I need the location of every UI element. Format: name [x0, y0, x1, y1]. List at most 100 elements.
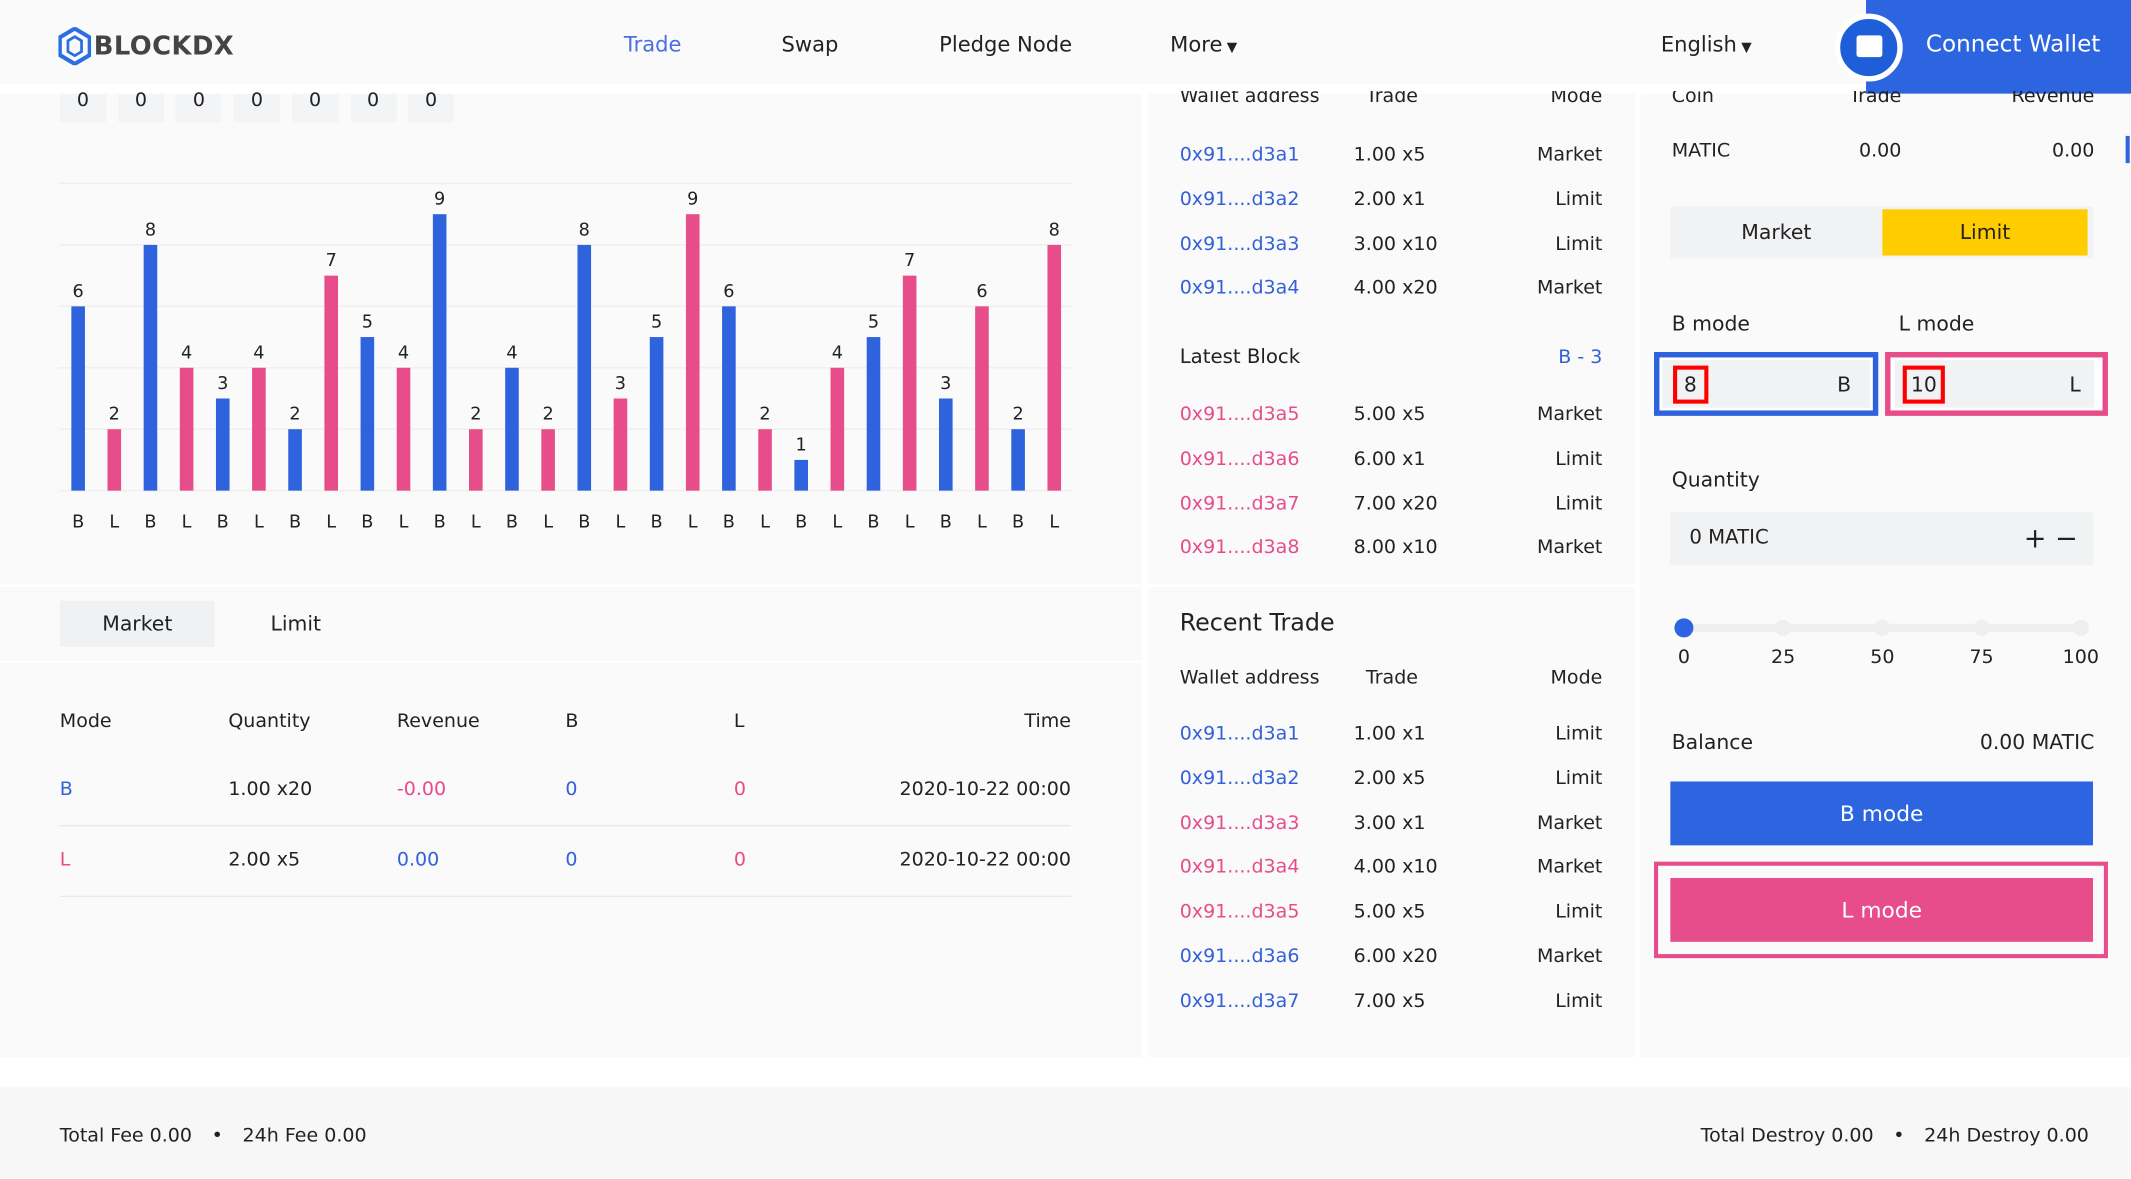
data-label: 1 — [796, 435, 807, 455]
scrollbar[interactable] — [2125, 135, 2130, 164]
toggle-market[interactable]: Market — [1670, 207, 1882, 259]
bar-l — [324, 275, 339, 491]
data-label: 6 — [73, 282, 84, 302]
bar-l — [541, 429, 555, 491]
trade-value: 2.00 x1 — [1353, 188, 1426, 211]
header-bar — [0, 0, 1867, 85]
trade-value: 6.00 x20 — [1353, 945, 1438, 968]
trade-value: 8.00 x10 — [1353, 537, 1438, 560]
trade-value: 1.00 x5 — [1353, 144, 1426, 166]
orders-cell: 0.00 — [396, 849, 440, 872]
mode-value: Limit — [1555, 233, 1603, 255]
x-tick-label: L — [760, 512, 770, 532]
trade-value: 1.00 x1 — [1353, 723, 1426, 745]
x-tick-label: L — [616, 512, 626, 532]
mode-value: Limit — [1555, 492, 1603, 515]
bar-b — [360, 337, 375, 491]
bar-b — [794, 459, 808, 491]
slider-step[interactable] — [1874, 619, 1891, 637]
language-label: English — [1660, 32, 1737, 58]
wallet-address-link[interactable]: 0x91....d3a7 — [1180, 991, 1300, 1013]
l-mode-input[interactable]: 10 L — [1885, 352, 2108, 416]
orders-cell: 1.00 x20 — [228, 778, 313, 801]
b-mode-input[interactable]: 8 B — [1654, 352, 1879, 416]
slider-handle[interactable] — [1674, 618, 1694, 638]
slider-mark-label: 25 — [1771, 646, 1796, 669]
col-header: Mode — [1550, 667, 1603, 690]
wallet-address-link[interactable]: 0x91....d3a4 — [1180, 278, 1300, 300]
bar-b — [288, 429, 302, 491]
wallet-address-link[interactable]: 0x91....d3a7 — [1180, 493, 1300, 515]
recent-trade-title: Recent Trade — [1179, 610, 1335, 638]
bar-b — [577, 244, 592, 491]
mode-value: Market — [1536, 277, 1603, 300]
nav-more-label: More — [1170, 32, 1223, 58]
x-tick-label: L — [254, 512, 264, 532]
wallet-address-link[interactable]: 0x91....d3a8 — [1180, 537, 1300, 559]
nav-pledge-node[interactable]: Pledge Node — [939, 33, 1072, 57]
orders-header: Time — [1024, 710, 1071, 733]
orders-header: L — [733, 710, 745, 733]
trade-value: 5.00 x5 — [1353, 901, 1426, 924]
mode-value: Limit — [1555, 767, 1603, 790]
wallet-address-link[interactable]: 0x91....d3a6 — [1180, 448, 1300, 470]
wallet-address-link[interactable]: 0x91....d3a3 — [1180, 812, 1300, 834]
slider-step[interactable] — [1973, 619, 1990, 637]
row-divider — [59, 895, 1071, 898]
orders-cell: 0 — [733, 849, 747, 872]
bar-b — [939, 398, 953, 491]
wallet-address-link[interactable]: 0x91....d3a5 — [1180, 901, 1300, 923]
wallet-address-link[interactable]: 0x91....d3a4 — [1180, 857, 1300, 879]
toggle-limit[interactable]: Limit — [1882, 209, 2088, 256]
plus-icon[interactable]: + — [2024, 522, 2047, 555]
coin-cell: 0.00 — [1859, 139, 1902, 162]
l-mode-button[interactable]: L mode — [1670, 877, 2094, 942]
nav-more[interactable]: More ▼ — [1170, 33, 1237, 57]
orders-header: B — [565, 710, 579, 733]
language-select[interactable]: English ▼ — [1661, 33, 1752, 57]
x-tick-label: L — [905, 512, 915, 532]
quantity-stepper[interactable]: 0 MATIC + − — [1670, 512, 2094, 566]
data-label: 5 — [868, 313, 879, 333]
mode-value: Market — [1536, 856, 1603, 879]
bar-l — [830, 367, 845, 491]
mode-value: Limit — [1555, 901, 1603, 924]
x-tick-label: B — [795, 512, 807, 532]
tab-limit[interactable]: Limit — [270, 601, 321, 647]
wallet-address-link[interactable]: 0x91....d3a1 — [1180, 723, 1300, 745]
wallet-icon[interactable] — [1834, 13, 1903, 82]
counter-box: 0 — [175, 91, 223, 123]
nav-swap[interactable]: Swap — [781, 33, 838, 57]
counter-box: 0 — [349, 91, 397, 123]
x-tick-label: L — [832, 512, 842, 532]
connect-wallet-button[interactable]: Connect Wallet — [1866, 0, 2131, 94]
trade-value: 7.00 x5 — [1353, 990, 1426, 1013]
mode-value: Market — [1536, 812, 1603, 834]
wallet-address-link[interactable]: 0x91....d3a5 — [1180, 404, 1300, 426]
mode-value: Limit — [1555, 990, 1603, 1013]
logo-text: BLOCKDX — [93, 31, 235, 62]
wallet-address-link[interactable]: 0x91....d3a6 — [1180, 946, 1300, 968]
nav-trade[interactable]: Trade — [624, 33, 682, 57]
b-mode-label: B mode — [1671, 311, 1750, 336]
bar-b — [866, 337, 881, 491]
orders-time: 2020-10-22 00:00 — [899, 849, 1071, 872]
slider-step[interactable] — [2072, 619, 2089, 637]
data-label: 8 — [145, 220, 156, 240]
bar-b — [143, 244, 158, 491]
wallet-address-link[interactable]: 0x91....d3a3 — [1180, 233, 1300, 255]
wallet-address-link[interactable]: 0x91....d3a2 — [1180, 768, 1300, 790]
orders-cell: 2.00 x5 — [228, 849, 301, 872]
counter-box: 0 — [233, 91, 281, 123]
b-mode-button[interactable]: B mode — [1670, 781, 2094, 846]
tab-market[interactable]: Market — [59, 600, 215, 647]
data-label: 7 — [904, 251, 915, 271]
logo[interactable]: BLOCKDX — [58, 27, 235, 66]
x-tick-label: L — [399, 512, 409, 532]
bar-b — [1011, 429, 1025, 491]
slider-step[interactable] — [1774, 619, 1792, 637]
wallet-address-link[interactable]: 0x91....d3a2 — [1180, 189, 1300, 211]
wallet-address-link[interactable]: 0x91....d3a1 — [1180, 144, 1300, 166]
separator: • — [1893, 1125, 1905, 1148]
minus-icon[interactable]: − — [2055, 522, 2078, 555]
